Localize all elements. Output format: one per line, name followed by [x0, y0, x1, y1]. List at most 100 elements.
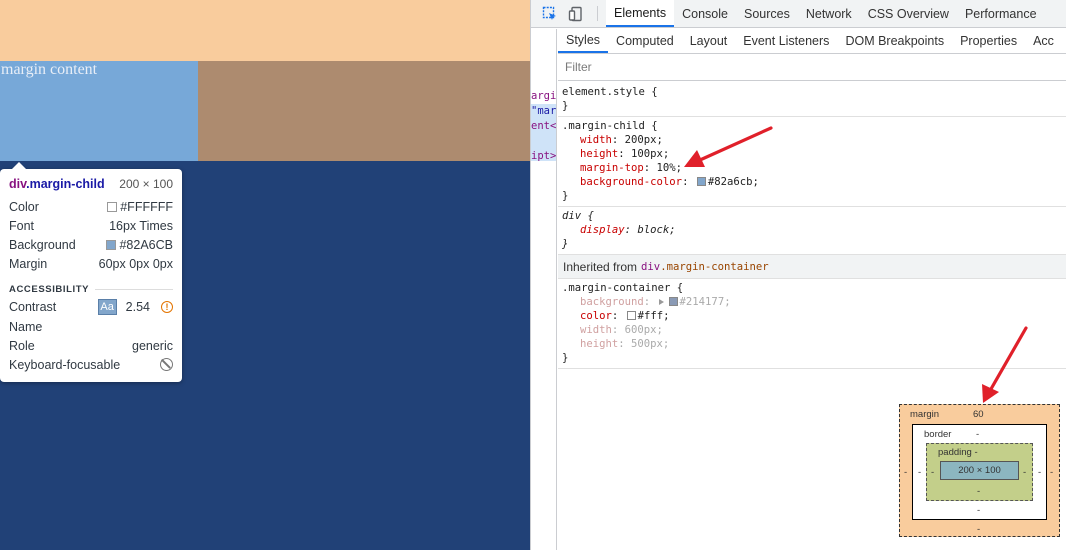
declaration-background[interactable]: background: #214177;	[562, 295, 1063, 309]
tab-sources[interactable]: Sources	[736, 0, 798, 27]
tooltip-value: 60px 0px 0px	[98, 257, 173, 272]
tooltip-label: Name	[9, 319, 43, 334]
property-name[interactable]: background-color	[580, 176, 682, 188]
dom-line[interactable]: argi	[531, 90, 556, 102]
tooltip-value: #FFFFFF	[120, 199, 173, 214]
tooltip-label: Role	[9, 338, 35, 353]
box-model-border-bottom[interactable]: -	[977, 505, 980, 516]
property-value[interactable]: 10%;	[657, 162, 683, 174]
margin-highlight-overlay	[0, 0, 530, 61]
tab-layout[interactable]: Layout	[682, 29, 736, 53]
tab-accessibility[interactable]: Acc	[1025, 29, 1062, 53]
box-model-padding[interactable]: padding - - - - 200 × 100	[926, 443, 1033, 501]
device-toolbar-icon[interactable]	[563, 0, 589, 27]
property-value[interactable]: #214177;	[680, 296, 731, 308]
dom-line[interactable]: ipt>	[531, 150, 556, 162]
property-value[interactable]: 600px;	[625, 324, 663, 336]
tooltip-row-background: Background #82A6CB	[9, 235, 173, 254]
declaration-width[interactable]: width: 600px;	[562, 323, 1063, 337]
dom-line[interactable]: ent<	[531, 120, 556, 132]
property-name[interactable]: margin-top	[580, 162, 644, 174]
box-model-margin-left[interactable]: -	[904, 467, 907, 478]
property-value[interactable]: #82a6cb;	[708, 176, 759, 188]
tooltip-row-font: Font 16px Times	[9, 216, 173, 235]
box-model-border-label: border	[924, 429, 952, 440]
box-model-margin-bottom[interactable]: -	[977, 524, 980, 535]
color-swatch[interactable]	[696, 176, 706, 186]
property-value[interactable]: 100px;	[631, 148, 669, 160]
box-model-border-right[interactable]: -	[1038, 467, 1041, 478]
property-name[interactable]: color	[580, 310, 612, 322]
tooltip-class: .margin-child	[26, 177, 105, 191]
box-model-padding-left[interactable]: -	[931, 467, 934, 478]
rule-selector: element.style {	[562, 86, 658, 98]
tooltip-size: 200 × 100	[119, 177, 173, 191]
toolbar-divider	[597, 6, 598, 21]
box-model-padding-label[interactable]: padding -	[938, 447, 978, 458]
tooltip-row-contrast: Contrast Aa 2.54!	[9, 298, 173, 317]
box-model-content[interactable]: 200 × 100	[940, 461, 1019, 480]
tooltip-label: Contrast	[9, 300, 57, 315]
tab-styles[interactable]: Styles	[558, 29, 609, 53]
dom-tree-strip[interactable]: argi "mar ent< ipt>	[531, 29, 557, 550]
declaration-width[interactable]: width: 200px;	[562, 133, 1063, 147]
contrast-value: 2.54	[125, 300, 150, 315]
rule-div-user-agent[interactable]: div { display: block; }	[558, 207, 1066, 255]
tab-network[interactable]: Network	[798, 0, 860, 27]
declaration-height[interactable]: height: 100px;	[562, 147, 1063, 161]
declaration-background-color[interactable]: background-color: #82a6cb;	[562, 175, 1063, 189]
rule-margin-container[interactable]: .margin-container { background: #214177;…	[558, 279, 1066, 369]
property-name[interactable]: height	[580, 148, 618, 160]
property-value[interactable]: 500px;	[631, 338, 669, 350]
property-value[interactable]: 200px;	[625, 134, 663, 146]
warning-icon: !	[161, 301, 173, 314]
box-model-padding-right[interactable]: -	[1023, 467, 1026, 478]
rule-element-style[interactable]: element.style { }	[558, 83, 1066, 117]
color-swatch[interactable]	[668, 296, 678, 306]
page-viewport[interactable]: margin content div.margin-child 200 × 10…	[0, 0, 530, 550]
color-swatch[interactable]	[626, 310, 636, 320]
rule-selector: div {	[562, 210, 594, 222]
box-model-margin[interactable]: margin 60 - - - border - - - - padding -…	[899, 404, 1060, 537]
declaration-height[interactable]: height: 500px;	[562, 337, 1063, 351]
tab-event-listeners[interactable]: Event Listeners	[735, 29, 837, 53]
tab-properties[interactable]: Properties	[952, 29, 1025, 53]
box-model-margin-top[interactable]: 60	[973, 409, 984, 420]
inherited-from-header: Inherited from div.margin-container	[558, 255, 1066, 279]
style-rules: element.style { } .margin-child { width:…	[558, 83, 1066, 369]
inspect-element-icon[interactable]	[537, 0, 563, 27]
rule-close: }	[562, 238, 569, 250]
tooltip-row-role: Role generic	[9, 336, 173, 355]
tab-computed[interactable]: Computed	[608, 29, 682, 53]
box-model-margin-right[interactable]: -	[1050, 467, 1053, 478]
tab-dom-breakpoints[interactable]: DOM Breakpoints	[837, 29, 952, 53]
box-model-border[interactable]: border - - - - padding - - - - 200 × 100	[912, 424, 1047, 520]
tooltip-value: #82A6CB	[119, 237, 173, 252]
property-value[interactable]: #fff;	[638, 310, 670, 322]
expand-triangle-icon[interactable]	[658, 298, 664, 305]
box-model-border-top[interactable]: -	[976, 429, 979, 440]
rule-margin-child[interactable]: .margin-child { width: 200px; height: 10…	[558, 117, 1066, 207]
property-name[interactable]: width	[580, 134, 612, 146]
inherited-element-link[interactable]: div.margin-container	[641, 260, 769, 274]
box-model-border-left[interactable]: -	[918, 467, 921, 478]
rule-close: }	[562, 100, 569, 112]
rule-close: }	[562, 190, 569, 202]
property-name[interactable]: width	[580, 324, 612, 336]
accessibility-heading: ACCESSIBILITY	[9, 282, 173, 298]
property-name[interactable]: height	[580, 338, 618, 350]
tab-css-overview[interactable]: CSS Overview	[860, 0, 957, 27]
dom-line[interactable]: "mar	[531, 105, 556, 117]
margin-child-text: margin content	[1, 61, 98, 78]
tab-performance[interactable]: Performance	[957, 0, 1045, 27]
property-name[interactable]: background	[580, 296, 644, 308]
tooltip-row-color: Color #FFFFFF	[9, 197, 173, 216]
inherited-label: Inherited from	[563, 259, 638, 274]
tab-elements[interactable]: Elements	[606, 0, 675, 27]
declaration-color[interactable]: color: #fff;	[562, 309, 1063, 323]
declaration-margin-top[interactable]: margin-top: 10%;	[562, 161, 1063, 175]
box-model-padding-bottom[interactable]: -	[977, 486, 980, 497]
tooltip-value: generic	[132, 338, 173, 353]
styles-filter-input[interactable]	[565, 60, 765, 74]
tab-console[interactable]: Console	[674, 0, 736, 27]
